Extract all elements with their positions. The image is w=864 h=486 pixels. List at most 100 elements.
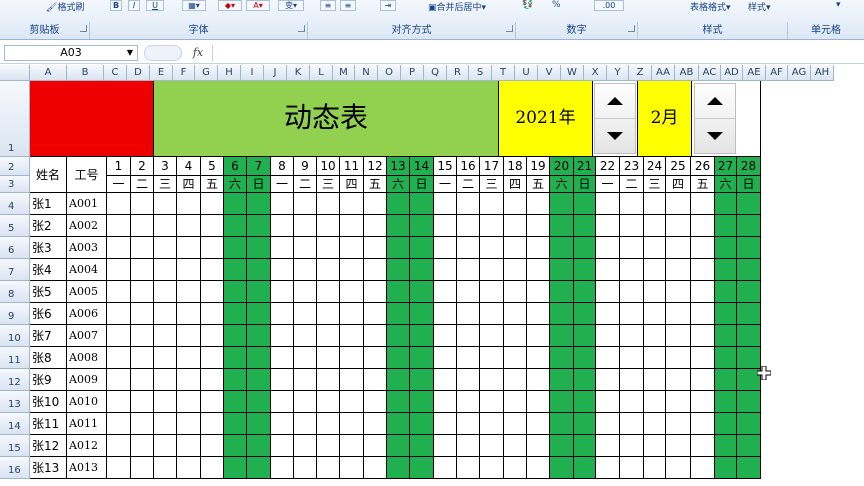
attendance-cell[interactable] xyxy=(527,281,550,303)
border-button[interactable]: ▦▾ xyxy=(182,0,206,11)
attendance-cell[interactable] xyxy=(620,259,644,281)
attendance-cell[interactable] xyxy=(294,369,317,391)
weekday-cell[interactable]: 一 xyxy=(271,176,294,193)
weekday-cell[interactable]: 五 xyxy=(201,176,224,193)
employee-id-cell[interactable]: A001 xyxy=(67,193,107,215)
attendance-cell[interactable] xyxy=(527,237,550,259)
row-header[interactable]: 6 xyxy=(0,237,30,259)
attendance-cell[interactable] xyxy=(340,259,364,281)
weekday-cell[interactable]: 二 xyxy=(294,176,317,193)
attendance-cell[interactable] xyxy=(131,413,154,435)
employee-id-cell[interactable]: A006 xyxy=(67,303,107,325)
attendance-cell[interactable] xyxy=(737,303,761,325)
attendance-cell[interactable] xyxy=(480,347,504,369)
attendance-cell[interactable] xyxy=(107,281,131,303)
attendance-cell[interactable] xyxy=(550,193,574,215)
attendance-cell[interactable] xyxy=(504,347,527,369)
attendance-cell[interactable] xyxy=(294,413,317,435)
attendance-cell[interactable] xyxy=(644,193,666,215)
attendance-cell[interactable] xyxy=(666,193,691,215)
attendance-cell[interactable] xyxy=(550,259,574,281)
attendance-cell[interactable] xyxy=(480,457,504,479)
attendance-cell[interactable] xyxy=(691,237,715,259)
attendance-cell[interactable] xyxy=(574,281,596,303)
employee-name-cell[interactable]: 张3 xyxy=(30,237,67,259)
attendance-cell[interactable] xyxy=(201,435,224,457)
attendance-cell[interactable] xyxy=(247,325,271,347)
attendance-cell[interactable] xyxy=(457,303,480,325)
attendance-cell[interactable] xyxy=(434,193,457,215)
attendance-cell[interactable] xyxy=(201,281,224,303)
attendance-cell[interactable] xyxy=(387,347,410,369)
red-block[interactable] xyxy=(30,81,154,157)
column-header[interactable]: AF xyxy=(766,65,788,81)
attendance-cell[interactable] xyxy=(666,325,691,347)
employee-name-cell[interactable]: 张12 xyxy=(30,435,67,457)
column-header[interactable]: I xyxy=(241,65,264,81)
attendance-cell[interactable] xyxy=(340,303,364,325)
attendance-cell[interactable] xyxy=(154,347,177,369)
row-header[interactable]: 12 xyxy=(0,369,30,391)
attendance-cell[interactable] xyxy=(504,303,527,325)
attendance-cell[interactable] xyxy=(387,413,410,435)
attendance-cell[interactable] xyxy=(107,259,131,281)
employee-id-cell[interactable]: A005 xyxy=(67,281,107,303)
column-header[interactable]: AG xyxy=(788,65,811,81)
attendance-cell[interactable] xyxy=(434,347,457,369)
attendance-cell[interactable] xyxy=(224,435,247,457)
attendance-cell[interactable] xyxy=(620,369,644,391)
weekday-cell[interactable]: 六 xyxy=(550,176,574,193)
formula-divider-handle[interactable] xyxy=(144,45,182,61)
attendance-cell[interactable] xyxy=(131,457,154,479)
employee-id-cell[interactable]: A002 xyxy=(67,215,107,237)
attendance-cell[interactable] xyxy=(410,369,434,391)
bold-button[interactable]: B xyxy=(110,0,122,11)
attendance-cell[interactable] xyxy=(340,193,364,215)
attendance-cell[interactable] xyxy=(434,435,457,457)
attendance-cell[interactable] xyxy=(596,303,620,325)
day-number-cell[interactable]: 15 xyxy=(434,157,457,176)
attendance-cell[interactable] xyxy=(550,413,574,435)
attendance-cell[interactable] xyxy=(364,193,387,215)
attendance-cell[interactable] xyxy=(666,237,691,259)
attendance-cell[interactable] xyxy=(131,215,154,237)
attendance-cell[interactable] xyxy=(317,193,340,215)
attendance-cell[interactable] xyxy=(107,457,131,479)
attendance-cell[interactable] xyxy=(550,281,574,303)
day-number-cell[interactable]: 3 xyxy=(154,157,177,176)
attendance-cell[interactable] xyxy=(340,325,364,347)
attendance-cell[interactable] xyxy=(294,215,317,237)
attendance-cell[interactable] xyxy=(737,435,761,457)
attendance-cell[interactable] xyxy=(271,215,294,237)
attendance-cell[interactable] xyxy=(620,325,644,347)
attendance-cell[interactable] xyxy=(620,303,644,325)
attendance-cell[interactable] xyxy=(434,325,457,347)
attendance-cell[interactable] xyxy=(317,457,340,479)
attendance-cell[interactable] xyxy=(504,457,527,479)
attendance-cell[interactable] xyxy=(737,215,761,237)
attendance-cell[interactable] xyxy=(317,325,340,347)
attendance-cell[interactable] xyxy=(480,215,504,237)
attendance-cell[interactable] xyxy=(247,215,271,237)
attendance-cell[interactable] xyxy=(364,325,387,347)
attendance-cell[interactable] xyxy=(271,259,294,281)
attendance-cell[interactable] xyxy=(224,237,247,259)
attendance-cell[interactable] xyxy=(364,369,387,391)
attendance-cell[interactable] xyxy=(596,325,620,347)
day-number-cell[interactable]: 18 xyxy=(504,157,527,176)
attendance-cell[interactable] xyxy=(620,457,644,479)
day-number-cell[interactable]: 1 xyxy=(107,157,131,176)
column-header[interactable]: K xyxy=(287,65,310,81)
employee-name-cell[interactable]: 张10 xyxy=(30,391,67,413)
employee-id-cell[interactable]: A013 xyxy=(67,457,107,479)
attendance-cell[interactable] xyxy=(480,193,504,215)
attendance-cell[interactable] xyxy=(574,193,596,215)
attendance-cell[interactable] xyxy=(154,193,177,215)
weekday-cell[interactable]: 六 xyxy=(387,176,410,193)
attendance-cell[interactable] xyxy=(434,259,457,281)
attendance-cell[interactable] xyxy=(737,391,761,413)
day-number-cell[interactable]: 9 xyxy=(294,157,317,176)
attendance-cell[interactable] xyxy=(527,303,550,325)
insert-button[interactable]: ▾ xyxy=(836,0,856,12)
day-number-cell[interactable]: 23 xyxy=(620,157,644,176)
